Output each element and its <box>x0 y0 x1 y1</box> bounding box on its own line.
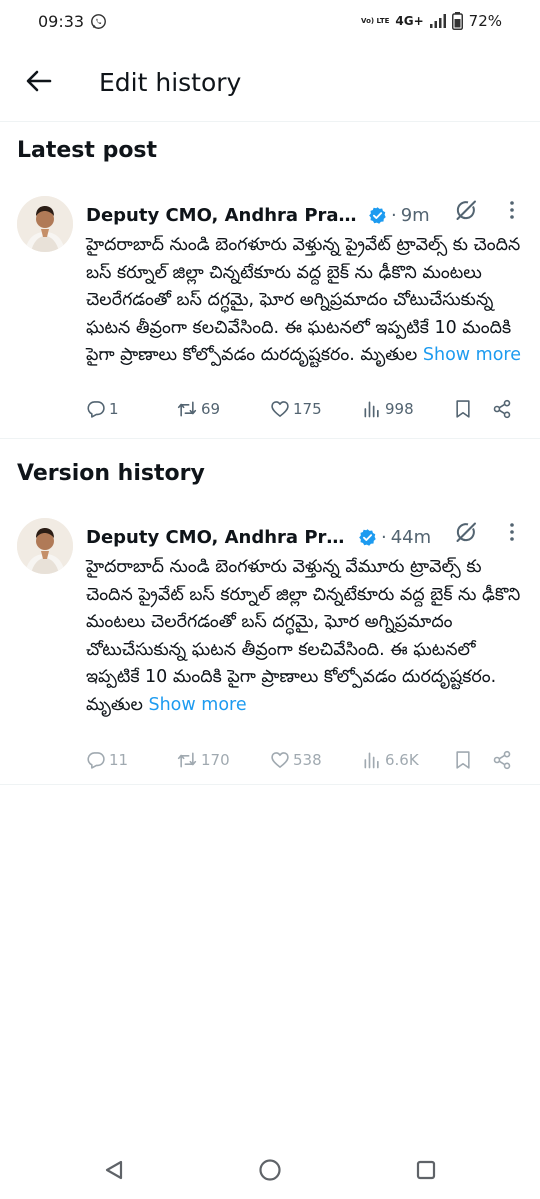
verified-badge-icon <box>369 206 386 224</box>
share-icon <box>493 399 511 419</box>
avatar[interactable] <box>17 196 73 252</box>
circle-home-icon <box>259 1159 281 1181</box>
views-icon <box>364 752 379 769</box>
views-count: 998 <box>385 400 414 418</box>
more-options-button[interactable] <box>502 518 522 546</box>
whatsapp-icon <box>91 14 106 29</box>
more-vertical-icon <box>510 523 514 541</box>
grok-button[interactable] <box>452 196 480 224</box>
reply-icon <box>87 752 105 769</box>
show-more-link[interactable]: Show more <box>148 695 246 715</box>
history-post[interactable]: Deputy CMO, Andhra Prad... · 44m హైదరాబా… <box>0 518 540 780</box>
square-recents-icon <box>416 1160 436 1180</box>
reply-count: 11 <box>109 751 129 769</box>
back-button[interactable] <box>22 64 56 98</box>
views-count: 6.6K <box>385 751 419 769</box>
share-button[interactable] <box>492 399 512 419</box>
author-name[interactable]: Deputy CMO, Andhra Prad... <box>86 205 362 226</box>
repost-icon <box>177 401 197 417</box>
battery-percent: 72% <box>468 12 502 30</box>
section-title-latest: Latest post <box>17 138 158 163</box>
bookmark-icon <box>456 400 470 418</box>
separator-dot: · <box>381 526 387 548</box>
status-indicators: Vo) LTE 4G+ 72% <box>361 12 502 30</box>
grok-button[interactable] <box>452 518 480 546</box>
system-nav-bar <box>0 1140 540 1199</box>
reply-count: 1 <box>109 400 119 418</box>
heart-icon <box>271 401 289 417</box>
reply-button[interactable]: 1 <box>86 399 119 419</box>
action-bar: 11 170 538 6.6K <box>86 747 520 773</box>
repost-count: 69 <box>201 400 221 418</box>
timestamp[interactable]: 9m <box>401 205 430 226</box>
bookmark-icon <box>456 751 470 769</box>
nav-recents-button[interactable] <box>414 1158 438 1182</box>
bookmark-button[interactable] <box>454 750 472 770</box>
like-count: 175 <box>293 400 322 418</box>
latest-post[interactable]: Deputy CMO, Andhra Prad... · 9m హైదరాబాద… <box>0 196 540 436</box>
triangle-back-icon <box>105 1160 123 1180</box>
more-vertical-icon <box>510 201 514 219</box>
network-indicator: 4G+ <box>395 14 424 28</box>
reply-icon <box>87 401 105 418</box>
section-divider <box>0 784 540 785</box>
author-name[interactable]: Deputy CMO, Andhra Prad... <box>86 527 352 548</box>
post-text: హైదరాబాద్ నుండి బెంగళూరు వెళ్తున్న వేమూర… <box>86 554 526 719</box>
repost-icon <box>177 752 197 768</box>
separator-dot: · <box>391 204 397 226</box>
heart-icon <box>271 752 289 768</box>
like-button[interactable]: 175 <box>270 399 322 419</box>
verified-badge-icon <box>359 528 376 546</box>
header: Edit history <box>0 44 540 122</box>
more-options-button[interactable] <box>502 196 522 224</box>
status-time: 09:33 <box>38 12 85 31</box>
reply-button[interactable]: 11 <box>86 750 128 770</box>
arrow-left-icon <box>26 70 52 92</box>
avatar[interactable] <box>17 518 73 574</box>
repost-count: 170 <box>201 751 230 769</box>
timestamp[interactable]: 44m <box>391 527 431 548</box>
share-button[interactable] <box>492 750 512 770</box>
nav-home-button[interactable] <box>258 1158 282 1182</box>
page-title: Edit history <box>99 68 242 97</box>
views-icon <box>364 401 379 418</box>
show-more-link[interactable]: Show more <box>423 345 521 365</box>
views-button[interactable]: 6.6K <box>362 750 419 770</box>
grok-icon <box>456 200 476 220</box>
views-button[interactable]: 998 <box>362 399 414 419</box>
volte-indicator: Vo) LTE <box>361 17 390 25</box>
bookmark-button[interactable] <box>454 399 472 419</box>
section-title-history: Version history <box>17 461 205 486</box>
share-icon <box>493 750 511 770</box>
like-button[interactable]: 538 <box>270 750 322 770</box>
avatar-image <box>17 196 73 252</box>
status-bar: 09:33 Vo) LTE 4G+ 72% <box>0 0 540 44</box>
grok-icon <box>456 522 476 542</box>
section-divider <box>0 438 540 439</box>
signal-icon <box>429 14 446 28</box>
repost-button[interactable]: 170 <box>176 750 230 770</box>
repost-button[interactable]: 69 <box>176 399 220 419</box>
post-body: హైదరాబాద్ నుండి బెంగళూరు వెళ్తున్న వేమూర… <box>86 557 521 715</box>
like-count: 538 <box>293 751 322 769</box>
nav-back-button[interactable] <box>102 1158 126 1182</box>
post-text: హైదరాబాద్ నుండి బెంగళూరు వెళ్తున్న ప్రైవ… <box>86 232 526 370</box>
action-bar: 1 69 175 998 <box>86 396 520 422</box>
avatar-image <box>17 518 73 574</box>
battery-icon <box>451 12 463 30</box>
